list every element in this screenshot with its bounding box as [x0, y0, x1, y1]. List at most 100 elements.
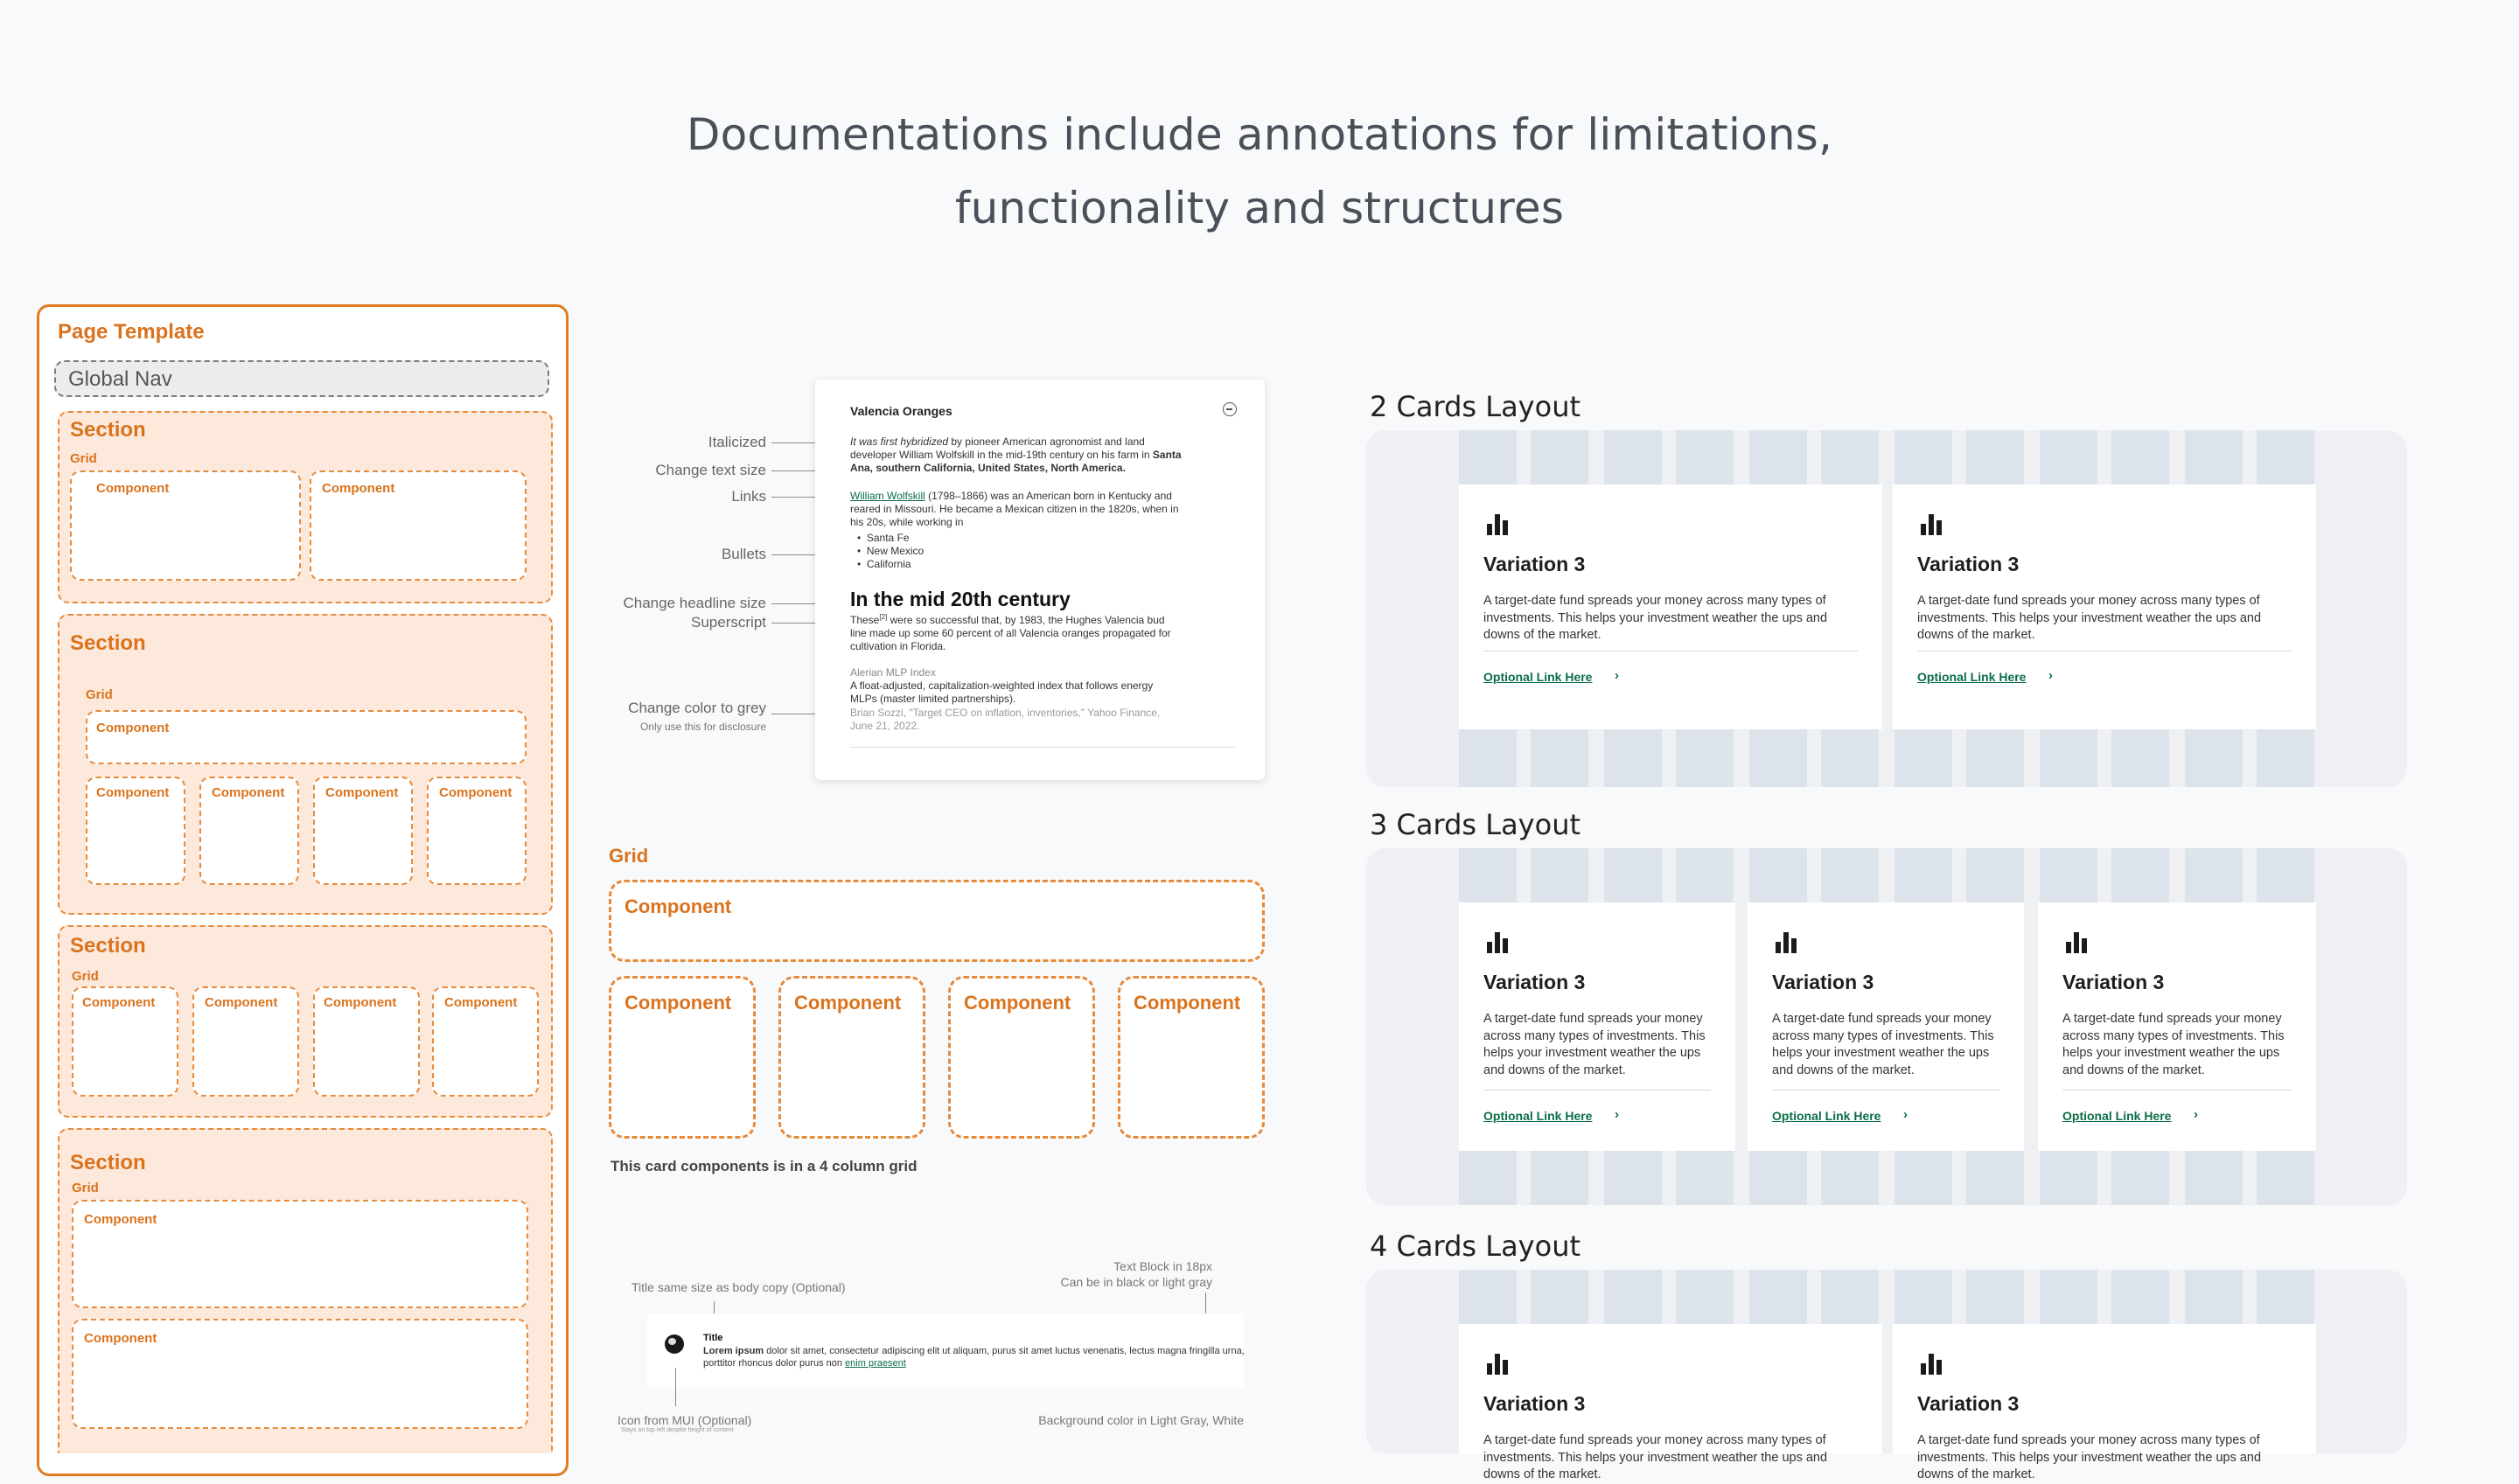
- bar-chart-icon-bar: [1503, 1360, 1508, 1375]
- doc-paragraph-1: It was first hybridized by pioneer Ameri…: [850, 435, 1183, 475]
- template-component: [86, 710, 527, 764]
- component-label: Component: [96, 721, 170, 735]
- bar-chart-icon-bar: [1921, 1363, 1926, 1375]
- optional-link[interactable]: Optional Link Here: [1772, 1109, 1881, 1123]
- card-body: A target-date fund spreads your money ac…: [1483, 1012, 1706, 1077]
- chevron-right-icon: ›: [1615, 668, 1619, 683]
- component-label: Component: [439, 785, 513, 800]
- grid-component-label: Component: [625, 992, 732, 1014]
- doc-bullet: • California: [857, 558, 911, 570]
- title-note: Title same size as body copy (Optional): [631, 1280, 846, 1294]
- section-title: Section: [70, 934, 146, 958]
- card-title: Variation 3: [1483, 971, 1586, 993]
- component-label: Component: [212, 785, 285, 800]
- bar-chart-icon-bar: [1936, 1360, 1942, 1375]
- bar-chart-icon: [1487, 512, 1511, 535]
- bar-chart-icon-bar: [1503, 938, 1508, 953]
- optional-link[interactable]: Optional Link Here: [1917, 670, 2026, 684]
- card-body: A target-date fund spreads your money ac…: [1917, 594, 2262, 642]
- card-body: A target-date fund spreads your money ac…: [2062, 1012, 2285, 1077]
- annotation-italicized: Italicized: [708, 434, 766, 450]
- optional-link[interactable]: Optional Link Here: [2062, 1109, 2171, 1123]
- grid-component-label: Component: [964, 992, 1071, 1014]
- annotation-superscript: Superscript: [691, 614, 766, 631]
- doc-disclosure: Brian Sozzi, "Target CEO on inflation, i…: [850, 707, 1161, 732]
- optional-link[interactable]: Optional Link Here: [1483, 1109, 1592, 1123]
- bar-chart-icon-bar: [1495, 932, 1500, 953]
- card-title: Variation 3: [1483, 553, 1586, 575]
- bar-chart-icon-bar: [2074, 932, 2079, 953]
- headline-line-2: functionality and structures: [954, 183, 1565, 233]
- doc-bullet: • Santa Fe: [857, 532, 910, 544]
- grid-label: Grid: [72, 1181, 99, 1195]
- card-title: Variation 3: [2062, 971, 2165, 993]
- grid-diagram-title: Grid: [609, 845, 649, 867]
- component-label: Component: [205, 995, 278, 1010]
- optional-link[interactable]: Optional Link Here: [1483, 670, 1592, 684]
- text-block-link[interactable]: enim praesent: [845, 1358, 906, 1369]
- bar-chart-icon-bar: [1487, 1363, 1492, 1375]
- bar-chart-icon-bar: [1929, 1354, 1934, 1375]
- doc-divider: [850, 747, 1235, 748]
- text-block-body: Lorem ipsum dolor sit amet, consectetur …: [703, 1346, 1245, 1369]
- icon-subnote: Stays on top left despite height of cont…: [621, 1427, 734, 1433]
- card-title: Variation 3: [1483, 1392, 1586, 1415]
- annotation-grey: Change color to grey: [628, 700, 766, 716]
- headline-line-1: Documentations include annotations for l…: [686, 109, 1833, 160]
- chevron-right-icon: ›: [1615, 1107, 1619, 1122]
- bar-chart-icon: [1487, 930, 1511, 953]
- bar-chart-icon-bar: [1487, 942, 1492, 953]
- grid-label: Grid: [72, 969, 99, 984]
- doc-italic-text: It was first hybridized: [850, 435, 949, 448]
- bar-chart-icon-bar: [1495, 1354, 1500, 1375]
- page-headline: Documentations include annotations for l…: [0, 98, 2519, 245]
- bar-chart-icon: [1921, 1352, 1945, 1375]
- doc-index-text: A float-adjusted, capitalization-weighte…: [850, 679, 1154, 705]
- layout-title: 3 Cards Layout: [1370, 808, 1581, 841]
- icon-note-arrow: [675, 1368, 676, 1406]
- bar-chart-icon-bar: [1936, 520, 1942, 535]
- component-label: Component: [96, 785, 170, 800]
- card-body: A target-date fund spreads your money ac…: [1483, 1433, 1828, 1481]
- close-circle-icon[interactable]: [1223, 402, 1237, 416]
- annotation-change-text-size: Change text size: [655, 462, 766, 478]
- globe-icon: [665, 1334, 684, 1354]
- card-body: A target-date fund spreads your money ac…: [1483, 594, 1828, 642]
- grid-label: Grid: [70, 451, 97, 466]
- bar-chart-icon-bar: [2082, 938, 2087, 953]
- bar-chart-icon: [1776, 930, 1800, 953]
- text-block-title: Title: [703, 1333, 723, 1343]
- section-title: Section: [70, 1151, 146, 1174]
- bar-chart-icon-bar: [1783, 932, 1789, 953]
- bar-chart-icon: [1921, 512, 1945, 535]
- doc-paragraph-3: These[2] were so successful that, by 198…: [850, 613, 1171, 652]
- bar-chart-icon-bar: [1776, 942, 1781, 953]
- doc-superscript: [2]: [879, 613, 888, 621]
- grid-label: Grid: [86, 687, 113, 702]
- card-body: A target-date fund spreads your money ac…: [1917, 1433, 2262, 1481]
- grid-component-label: Component: [625, 895, 732, 917]
- bar-chart-icon-bar: [1791, 938, 1797, 953]
- card-title: Variation 3: [1917, 553, 2020, 575]
- page-template-title: Page Template: [58, 320, 205, 344]
- bar-chart-icon: [1487, 1352, 1511, 1375]
- doc-link[interactable]: William Wolfskill: [850, 490, 925, 502]
- bg-note: Background color in Light Gray, White: [1038, 1413, 1244, 1427]
- layout-title: 4 Cards Layout: [1370, 1230, 1581, 1263]
- component-label: Component: [82, 995, 156, 1010]
- doc-index-title: Alerian MLP Index: [850, 666, 936, 679]
- annotation-disclosure-note: Only use this for disclosure: [639, 721, 766, 733]
- doc-headline: In the mid 20th century: [850, 588, 1071, 610]
- component-label: Component: [325, 785, 399, 800]
- card-title: Variation 3: [1917, 1392, 2020, 1415]
- component-label: Component: [324, 995, 397, 1010]
- text-note-2: Can be in black or light gray: [1060, 1275, 1212, 1289]
- text-note-1: Text Block in 18px: [1113, 1259, 1212, 1273]
- annotation-bullets: Bullets: [721, 546, 766, 562]
- bar-chart-icon-bar: [1503, 520, 1508, 535]
- component-label: Component: [84, 1212, 157, 1227]
- layout-title: 2 Cards Layout: [1370, 390, 1581, 423]
- global-nav: Global Nav: [54, 360, 549, 397]
- bar-chart-icon-bar: [1495, 514, 1500, 535]
- bar-chart-icon-bar: [1487, 524, 1492, 535]
